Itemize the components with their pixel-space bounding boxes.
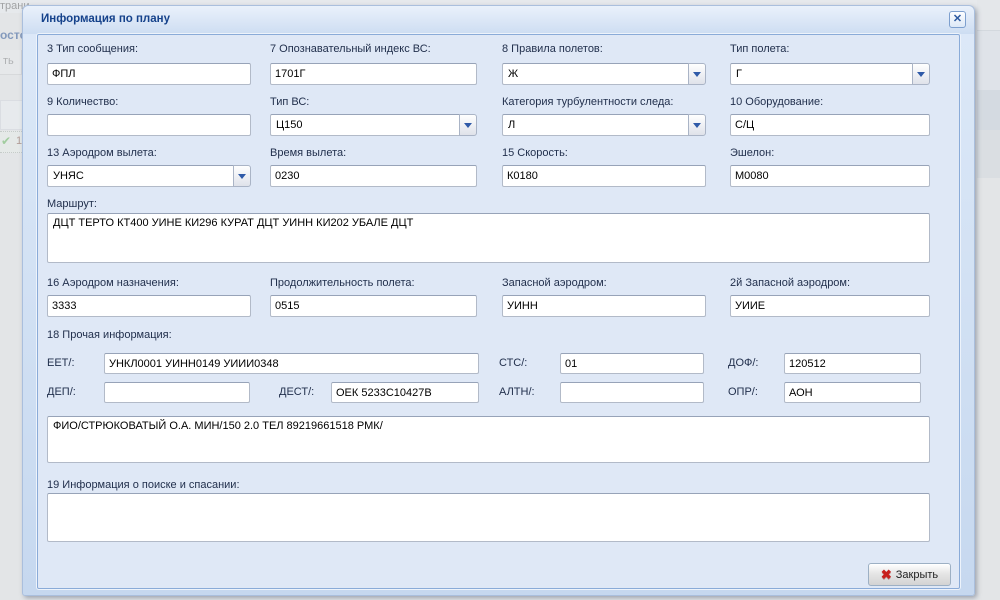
speed-label: 15 Скорость:: [502, 147, 568, 159]
second-alternate-aerodrome-label: 2й Запасной аэродром:: [730, 277, 850, 289]
close-button-x-icon: ✖: [881, 568, 892, 581]
number-label: 9 Количество:: [47, 96, 118, 108]
dest-input[interactable]: [331, 382, 479, 403]
equipment-input[interactable]: [730, 114, 930, 136]
alternate-aerodrome-input[interactable]: [502, 295, 706, 317]
dof-label: ДОФ/:: [728, 357, 758, 369]
flight-rules-combo[interactable]: Ж: [502, 63, 706, 85]
altn-label: АЛТН/:: [499, 386, 535, 398]
close-button[interactable]: ✖ Закрыть: [868, 563, 951, 586]
dialog-title: Информация по плану: [41, 13, 170, 25]
aircraft-id-input[interactable]: [270, 63, 477, 85]
flight-duration-input[interactable]: [270, 295, 477, 317]
chevron-down-icon[interactable]: [459, 114, 477, 136]
sar-info-textarea[interactable]: [47, 493, 930, 542]
wake-turbulence-value: Л: [502, 114, 688, 136]
sar-info-label: 19 Информация о поиске и спасании:: [47, 479, 240, 491]
flight-type-value: Г: [730, 63, 912, 85]
departure-time-input[interactable]: [270, 165, 477, 187]
route-textarea[interactable]: ДЦТ ТЕРТО КТ400 УИНЕ КИ296 КУРАТ ДЦТ УИН…: [47, 213, 930, 263]
departure-aerodrome-label: 13 Аэродром вылета:: [47, 147, 157, 159]
chevron-down-icon[interactable]: [688, 63, 706, 85]
equipment-label: 10 Оборудование:: [730, 96, 823, 108]
second-alternate-aerodrome-input[interactable]: [730, 295, 930, 317]
speed-input[interactable]: [502, 165, 706, 187]
destination-aerodrome-input[interactable]: [47, 295, 251, 317]
chevron-down-icon[interactable]: [233, 165, 251, 187]
departure-aerodrome-combo[interactable]: УНЯС: [47, 165, 251, 187]
sts-label: СТС/:: [499, 357, 527, 369]
aircraft-type-combo[interactable]: Ц150: [270, 114, 477, 136]
chevron-down-icon[interactable]: [912, 63, 930, 85]
departure-aerodrome-value: УНЯС: [47, 165, 233, 187]
dep-label: ДЕП/:: [47, 386, 76, 398]
msg-type-input[interactable]: [47, 63, 251, 85]
chevron-down-icon[interactable]: [688, 114, 706, 136]
level-label: Эшелон:: [730, 147, 774, 159]
dof-input[interactable]: [784, 353, 921, 374]
altn-input[interactable]: [560, 382, 704, 403]
flight-rules-label: 8 Правила полетов:: [502, 43, 603, 55]
flight-duration-label: Продолжительность полета:: [270, 277, 415, 289]
opr-label: ОПР/:: [728, 386, 758, 398]
msg-type-label: 3 Тип сообщения:: [47, 43, 138, 55]
wake-turbulence-label: Категория турбулентности следа:: [502, 96, 673, 108]
eet-input[interactable]: [104, 353, 479, 374]
other-info-label: 18 Прочая информация:: [47, 329, 172, 341]
destination-aerodrome-label: 16 Аэродром назначения:: [47, 277, 179, 289]
departure-time-label: Время вылета:: [270, 147, 346, 159]
level-input[interactable]: [730, 165, 930, 187]
route-label: Маршрут:: [47, 198, 97, 210]
aircraft-type-label: Тип ВС:: [270, 96, 309, 108]
plan-info-dialog: Информация по плану ✕ 3 Тип сообщения: 7…: [22, 5, 975, 596]
sts-input[interactable]: [560, 353, 704, 374]
wake-turbulence-combo[interactable]: Л: [502, 114, 706, 136]
flight-type-label: Тип полета:: [730, 43, 790, 55]
eet-label: ЕЕТ/:: [47, 357, 75, 369]
aircraft-type-value: Ц150: [270, 114, 459, 136]
opr-input[interactable]: [784, 382, 921, 403]
close-button-label: Закрыть: [896, 569, 938, 581]
dialog-body: 3 Тип сообщения: 7 Опознавательный индек…: [37, 34, 960, 589]
flight-rules-value: Ж: [502, 63, 688, 85]
flight-type-combo[interactable]: Г: [730, 63, 930, 85]
other-info-textarea[interactable]: ФИО/СТРЮКОВАТЫЙ О.А. МИН/150 2.0 ТЕЛ 892…: [47, 416, 930, 463]
dep-input[interactable]: [104, 382, 250, 403]
aircraft-id-label: 7 Опознавательный индекс ВС:: [270, 43, 431, 55]
dest-label: ДЕСТ/:: [279, 386, 314, 398]
alternate-aerodrome-label: Запасной аэродром:: [502, 277, 607, 289]
dialog-titlebar[interactable]: Информация по плану ✕: [23, 6, 974, 34]
close-icon[interactable]: ✕: [949, 11, 966, 28]
number-input[interactable]: [47, 114, 251, 136]
